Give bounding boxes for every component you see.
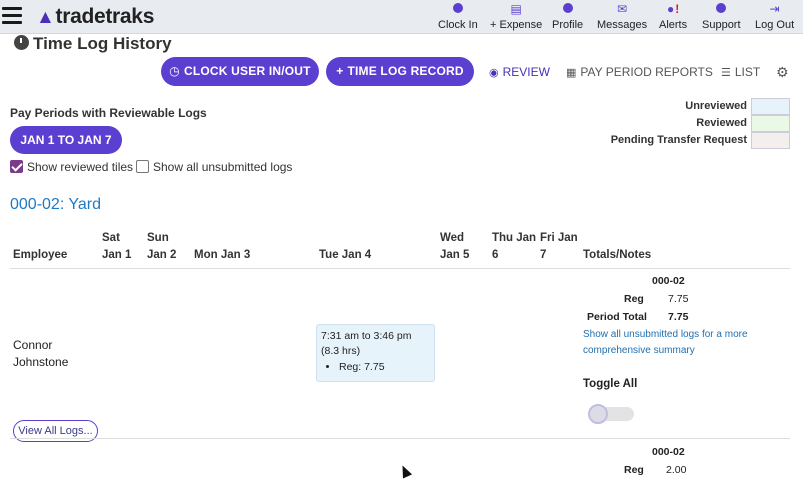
totals-reg-label: Reg [624,293,644,305]
tab-pay-period-reports[interactable]: ▦ PAY PERIOD REPORTS [566,65,713,79]
time-log-range: 7:31 am to 3:46 pm (8.3 hrs) [321,330,412,357]
col-sun-date: Jan 2 [147,249,177,261]
alert-badge: ! [675,2,680,16]
tab-list[interactable]: ☰ LIST [721,65,760,79]
col-sun-day: Sun [147,232,169,244]
col-mon: Mon Jan 3 [194,249,251,261]
nav-profile-label: Profile [552,19,584,31]
checkbox-checked [10,160,23,173]
app-logo[interactable]: ▲tradetraks [36,5,154,29]
clock-icon [438,2,478,17]
header-divider [10,268,790,269]
list-icon: ☰ [721,67,731,79]
tab-review[interactable]: ◉ REVIEW [489,65,550,79]
checkbox-unchecked [136,160,149,173]
nav-support[interactable]: Support [702,2,741,31]
col-employee: Employee [13,249,68,261]
time-log-record-button[interactable]: + TIME LOG RECORD [326,57,474,86]
nav-log-out-label: Log Out [755,19,795,31]
next-totals-reg-value: 2.00 [666,464,687,476]
nav-expense[interactable]: ▤ + Expense [490,2,542,31]
next-totals-reg-label: Reg [624,464,644,476]
clock-icon: ◷ [169,64,180,78]
col-wed-date: Jan 5 [440,249,470,261]
show-unsubmitted-checkbox[interactable]: Show all unsubmitted logs [136,160,292,174]
time-log-reg: Reg: 7.75 [339,360,430,375]
col-wed-day: Wed [440,232,465,244]
envelope-icon: ✉ [617,2,628,16]
nav-log-out[interactable]: ⇥ Log Out [755,2,794,31]
logout-icon: ⇥ [769,2,780,16]
page-title: Time Log History [14,34,172,54]
col-thu-day: Thu Jan [492,232,537,244]
col-totals: Totals/Notes [583,249,652,261]
legend-reviewed-label: Reviewed [696,117,747,129]
toggle-all-switch[interactable] [588,404,634,424]
mouse-cursor [397,463,413,479]
legend-reviewed-swatch [751,115,790,132]
plus-icon: + [336,64,344,78]
user-icon [552,2,583,17]
legend-unreviewed-swatch [751,98,790,115]
next-totals-code: 000-02 [652,446,685,458]
legend-pending-swatch [751,132,790,149]
col-fri-date: 7 [540,249,547,261]
col-thu-date: 6 [492,249,499,261]
show-unsubmitted-label: Show all unsubmitted logs [153,160,293,174]
clock-user-button[interactable]: ◷ CLOCK USER IN/OUT [161,57,319,86]
clock-user-label: CLOCK USER IN/OUT [183,64,311,78]
nav-clock-in-label: Clock In [438,19,478,31]
show-reviewed-label: Show reviewed tiles [27,160,134,174]
logo-triangle-icon: ▲ [36,7,55,28]
employee-name: Connor Johnstone [13,337,68,371]
legend-pending-label: Pending Transfer Request [610,134,747,146]
nav-clock-in[interactable]: Clock In [438,2,478,31]
period-total-value: 7.75 [668,311,689,323]
totals-code: 000-02 [652,275,685,287]
question-icon [702,2,741,17]
nav-expense-label: + Expense [490,19,543,31]
receipt-icon: ▤ [510,2,522,16]
legend-unreviewed-label: Unreviewed [685,100,747,112]
col-sat-day: Sat [102,232,120,244]
nav-support-label: Support [702,19,741,31]
col-fri-day: Fri Jan [540,232,578,244]
period-total-label: Period Total [587,311,647,323]
gear-icon[interactable]: ⚙ [776,64,789,81]
time-log-record-label: TIME LOG RECORD [347,64,464,78]
nav-messages-label: Messages [597,19,648,31]
show-reviewed-checkbox[interactable]: Show reviewed tiles [10,160,133,174]
eye-icon: ◉ [489,67,499,79]
totals-reg-value: 7.75 [668,293,689,305]
tab-pay-period-reports-label: PAY PERIOD REPORTS [580,65,713,79]
logo-text: tradetraks [55,5,155,28]
page-title-text: Time Log History [33,34,172,53]
col-sat-date: Jan 1 [102,249,132,261]
toggle-all-label: Toggle All [583,378,638,390]
tab-list-label: LIST [734,65,761,79]
row-divider [10,438,790,439]
tab-review-label: REVIEW [502,65,550,79]
pay-period-button[interactable]: JAN 1 TO JAN 7 [10,126,122,154]
nav-messages[interactable]: ✉ Messages [597,2,647,31]
time-log-breakdown: Reg: 7.75 [339,360,430,375]
nav-profile[interactable]: Profile [552,2,583,31]
hamburger-menu-icon[interactable] [2,7,22,25]
pay-periods-label: Pay Periods with Reviewable Logs [10,106,207,120]
top-nav-bar: ▲tradetraks Clock In ▤ + Expense Profile… [0,0,803,34]
history-clock-icon [14,35,29,50]
time-log-tile[interactable]: 7:31 am to 3:46 pm (8.3 hrs) Reg: 7.75 [316,324,435,382]
nav-alerts[interactable]: ●! Alerts [659,2,687,31]
toggle-knob [588,404,608,424]
col-tue: Tue Jan 4 [319,249,372,261]
show-unsubmitted-summary-link[interactable]: Show all unsubmitted logs for a more com… [583,327,753,359]
project-heading[interactable]: 000-02: Yard [10,196,101,214]
nav-alerts-label: Alerts [659,19,688,31]
table-icon: ▦ [566,67,577,79]
employee-last-name: Johnstone [13,355,69,369]
bell-icon: ●! [666,2,680,16]
employee-first-name: Connor [13,338,53,352]
